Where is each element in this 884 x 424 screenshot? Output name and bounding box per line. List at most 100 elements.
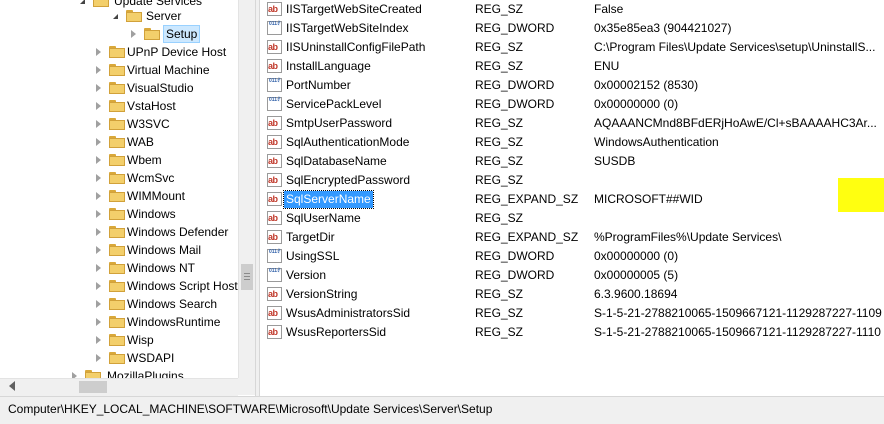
value-row[interactable]: UsingSSL REG_DWORD 0x00000000 (0) [260, 247, 884, 266]
value-row[interactable]: IISTargetWebSiteIndex REG_DWORD 0x35e85ea3… [260, 19, 884, 38]
value-type: REG_SZ [475, 173, 524, 187]
value-data: %ProgramFiles%\Update Services\ [594, 230, 782, 244]
tree-node-label: Windows [127, 207, 176, 221]
expand-arrow-icon[interactable] [96, 84, 101, 92]
expand-arrow-icon[interactable] [96, 282, 101, 290]
value-name: SqlServerName [283, 190, 374, 209]
value-row[interactable]: SmtpUserPassword REG_SZ AQAAANCMnd8BFdERjH… [260, 114, 884, 133]
value-row[interactable]: SqlDatabaseName REG_SZ SUSDB [260, 152, 884, 171]
string-value-icon [267, 57, 282, 76]
value-data: 0x35e85ea3 (904421027) [594, 21, 732, 35]
tree-node-label: WSDAPI [127, 351, 175, 365]
binary-value-icon [267, 21, 282, 35]
value-type: REG_SZ [475, 287, 524, 301]
value-data: 6.3.9600.18694 [594, 287, 678, 301]
expand-arrow-icon[interactable] [96, 264, 101, 272]
scrollbar-thumb[interactable] [79, 381, 107, 393]
folder-icon [109, 118, 125, 130]
tree-node-label: WIMMount [127, 189, 186, 203]
string-value-icon [267, 38, 282, 57]
folder-icon [109, 262, 125, 274]
value-row[interactable]: WsusReportersSid REG_SZ S-1-5-21-278821006… [260, 323, 884, 342]
tree-node-label: Virtual Machine [127, 63, 210, 77]
value-type: REG_DWORD [475, 268, 555, 282]
string-value-icon [267, 285, 282, 304]
value-name: PortNumber [286, 78, 351, 92]
expand-arrow-icon[interactable] [96, 138, 101, 146]
value-type: REG_SZ [475, 306, 524, 320]
folder-icon [109, 334, 125, 346]
value-name: IISTargetWebSiteCreated [286, 2, 422, 16]
value-row[interactable]: SqlAuthenticationMode REG_SZ WindowsAuthen… [260, 133, 884, 152]
value-type: REG_SZ [475, 154, 524, 168]
value-data: S-1-5-21-2788210065-1509667121-112928722… [594, 306, 882, 320]
tree-vertical-scrollbar[interactable] [238, 0, 255, 378]
value-data: WindowsAuthentication [594, 135, 719, 149]
scroll-left-arrow-icon[interactable] [9, 381, 15, 391]
expand-arrow-icon[interactable] [96, 48, 101, 56]
value-type: REG_SZ [475, 59, 524, 73]
value-row[interactable]: Version REG_DWORD 0x00000005 (5) [260, 266, 884, 285]
value-row[interactable]: IISUninstallConfigFilePath REG_SZ C:\Progr… [260, 38, 884, 57]
value-row[interactable]: TargetDir REG_EXPAND_SZ %ProgramFiles%\Upd… [260, 228, 884, 247]
value-type: REG_DWORD [475, 249, 555, 263]
value-row[interactable]: PortNumber REG_DWORD 0x00002152 (8530) [260, 76, 884, 95]
folder-icon [126, 10, 142, 22]
value-type: REG_DWORD [475, 97, 555, 111]
expand-arrow-icon[interactable] [113, 14, 118, 19]
value-row[interactable]: InstallLanguage REG_SZ ENU [260, 57, 884, 76]
value-data: 0x00000005 (5) [594, 268, 679, 282]
expand-arrow-icon[interactable] [96, 120, 101, 128]
value-row[interactable]: ServicePackLevel REG_DWORD 0x00000000 (0) [260, 95, 884, 114]
expand-arrow-icon[interactable] [96, 246, 101, 254]
value-type: REG_DWORD [475, 21, 555, 35]
tree-node-label: Server [146, 9, 182, 23]
tree-node-label: Windows Mail [127, 243, 202, 257]
value-row[interactable]: WsusAdministratorsSid REG_SZ S-1-5-21-2788… [260, 304, 884, 323]
folder-icon [109, 154, 125, 166]
value-row[interactable]: IISTargetWebSiteCreated REG_SZ False [260, 0, 884, 19]
tree-horizontal-scrollbar[interactable] [0, 378, 238, 396]
expand-arrow-icon[interactable] [96, 300, 101, 308]
expand-arrow-icon[interactable] [96, 192, 101, 200]
string-value-icon [267, 323, 282, 342]
string-value-icon [267, 114, 282, 133]
value-type: REG_SZ [475, 40, 524, 54]
value-name: IISUninstallConfigFilePath [286, 40, 426, 54]
value-name: WsusAdministratorsSid [286, 306, 411, 320]
expand-arrow-icon[interactable] [96, 66, 101, 74]
registry-tree-pane[interactable]: Update Services Server Setup UPnP Device… [0, 0, 255, 396]
expand-arrow-icon[interactable] [96, 174, 101, 182]
expand-arrow-icon[interactable] [96, 318, 101, 326]
value-name: SqlUserName [286, 211, 361, 225]
expand-arrow-icon[interactable] [96, 210, 101, 218]
expand-arrow-icon[interactable] [131, 30, 136, 38]
tree-node-label: Windows Script Host [127, 279, 238, 293]
folder-icon [109, 316, 125, 328]
tree-node-label: WindowsRuntime [127, 315, 221, 329]
binary-value-icon [267, 78, 282, 92]
folder-icon [109, 100, 125, 112]
value-name: SqlAuthenticationMode [286, 135, 410, 149]
value-row[interactable]: SqlEncryptedPassword REG_SZ [260, 171, 884, 190]
scrollbar-thumb[interactable] [241, 264, 253, 290]
expand-arrow-icon[interactable] [96, 102, 101, 110]
value-row[interactable]: VersionString REG_SZ 6.3.9600.18694 [260, 285, 884, 304]
value-type: REG_SZ [475, 116, 524, 130]
registry-values-pane[interactable]: IISTargetWebSiteCreatedREG_SZFalseIISTar… [260, 0, 884, 396]
expand-arrow-icon[interactable] [96, 336, 101, 344]
string-value-icon [267, 304, 282, 323]
folder-icon [109, 172, 125, 184]
expand-arrow-icon[interactable] [96, 354, 101, 362]
expand-arrow-icon[interactable] [96, 228, 101, 236]
string-value-icon [267, 228, 282, 247]
value-row[interactable]: SqlServerName REG_EXPAND_SZ MICROSOFT##WID [260, 190, 884, 209]
expand-arrow-icon[interactable] [96, 156, 101, 164]
value-name: WsusReportersSid [286, 325, 387, 339]
value-type: REG_SZ [475, 2, 524, 16]
expand-arrow-icon[interactable] [80, 0, 85, 4]
value-type: REG_SZ [475, 325, 524, 339]
value-name: SqlDatabaseName [286, 154, 387, 168]
value-row[interactable]: SqlUserName REG_SZ [260, 209, 884, 228]
binary-value-icon [267, 268, 282, 282]
